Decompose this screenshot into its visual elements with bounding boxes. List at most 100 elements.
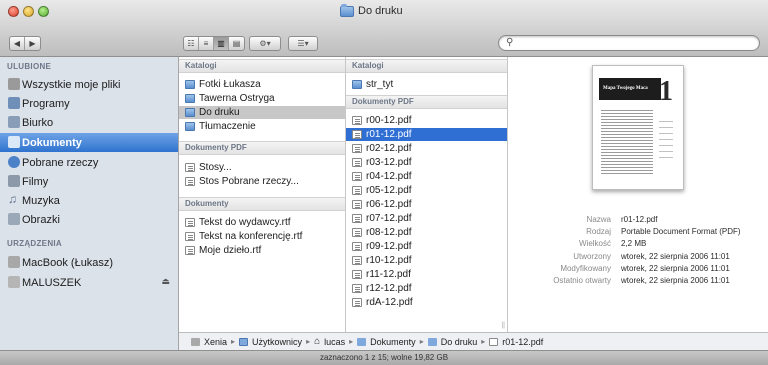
path-separator: ▸: [349, 337, 354, 346]
info-label: Nazwa: [586, 215, 611, 224]
column-view-button[interactable]: ▥: [214, 37, 229, 50]
folder-icon: [185, 80, 195, 89]
window-title-text: Do druku: [358, 5, 403, 17]
preview-pane: Mapa Twojego Maca 1 Nazwa r01-12.pdf Rod…: [508, 57, 768, 332]
pictures-icon: [8, 213, 20, 225]
list-item-selected[interactable]: r01-12.pdf: [346, 128, 507, 141]
downloads-icon: [8, 156, 20, 168]
column-resize-handle[interactable]: ||: [501, 322, 505, 329]
list-item-selected[interactable]: Do druku: [179, 106, 345, 119]
back-button[interactable]: ◀: [10, 37, 25, 50]
path-separator: ▸: [419, 337, 424, 346]
pdf-icon: [352, 144, 362, 153]
pdf-icon: [352, 228, 362, 237]
sidebar-item-desktop[interactable]: Biurko: [0, 113, 178, 132]
search-field[interactable]: ⚲: [498, 35, 760, 51]
thumbnail-text-lines: [601, 110, 653, 175]
finder-window: Do druku ◀ ▶ ☷ ≡ ▥ ▤ ⚙▾ ☰▾ ⚲ ULUBIONE Ws…: [0, 0, 768, 365]
list-item[interactable]: str_tyt: [346, 78, 507, 91]
minimize-button[interactable]: [23, 6, 34, 17]
all-files-icon: [8, 78, 20, 90]
rtf-document-icon: [185, 232, 195, 241]
sidebar-item-label: Biurko: [22, 116, 54, 129]
folder-icon: [427, 337, 437, 346]
sidebar-item-label: Filmy: [22, 175, 49, 188]
list-item[interactable]: r06-12.pdf: [346, 198, 507, 211]
path-item-file[interactable]: r01-12.pdf: [502, 337, 543, 347]
forward-button[interactable]: ▶: [25, 37, 40, 50]
sidebar-item-maluszek[interactable]: MALUSZEK ⏏: [0, 273, 178, 292]
thumbnail-side-lines: [659, 121, 673, 161]
list-item[interactable]: r03-12.pdf: [346, 156, 507, 169]
column-heading-folders: Katalogi: [346, 59, 507, 73]
folder-icon: [185, 94, 195, 103]
sidebar-item-applications[interactable]: Programy: [0, 94, 178, 113]
title-bar: Do druku ◀ ▶ ☷ ≡ ▥ ▤ ⚙▾ ☰▾ ⚲: [0, 0, 768, 57]
arrange-menu-button[interactable]: ☰▾: [288, 36, 318, 51]
laptop-icon: [8, 256, 20, 268]
sidebar-item-movies[interactable]: Filmy: [0, 172, 178, 191]
list-item[interactable]: rdA-12.pdf: [346, 296, 507, 309]
column-do-druku: Katalogi str_tyt Dokumenty PDF r00-12.pd…: [346, 57, 508, 332]
list-item[interactable]: r12-12.pdf: [346, 282, 507, 295]
list-item[interactable]: Tekst do wydawcy.rtf: [179, 216, 345, 229]
list-item[interactable]: r04-12.pdf: [346, 170, 507, 183]
path-separator: ▸: [231, 337, 236, 346]
thumbnail-title: Mapa Twojego Maca: [599, 78, 661, 100]
zoom-button[interactable]: [38, 6, 49, 17]
sidebar-item-music[interactable]: ♫ Muzyka: [0, 191, 178, 210]
column-heading-pdf: Dokumenty PDF: [346, 95, 507, 109]
path-item-users[interactable]: Użytkownicy: [252, 337, 302, 347]
path-item-xenia[interactable]: Xenia: [204, 337, 227, 347]
list-item[interactable]: r05-12.pdf: [346, 184, 507, 197]
info-label: Wielkość: [578, 239, 611, 248]
list-item[interactable]: Moje dzieło.rtf: [179, 244, 345, 257]
stack-icon: [185, 163, 195, 172]
close-button[interactable]: [8, 6, 19, 17]
pdf-thumbnail[interactable]: Mapa Twojego Maca 1: [592, 65, 684, 190]
info-value: Portable Document Format (PDF): [621, 227, 741, 236]
sidebar-item-macbook[interactable]: MacBook (Łukasz): [0, 253, 178, 272]
info-value: wtorek, 22 sierpnia 2006 11:01: [621, 276, 730, 285]
view-mode-control: ☷ ≡ ▥ ▤: [183, 36, 245, 51]
sidebar-item-pictures[interactable]: Obrazki: [0, 210, 178, 229]
icon-view-button[interactable]: ☷: [184, 37, 199, 50]
path-item-do-druku[interactable]: Do druku: [441, 337, 478, 347]
pdf-icon: [352, 298, 362, 307]
action-menu-button[interactable]: ⚙▾: [249, 36, 281, 51]
list-item[interactable]: r10-12.pdf: [346, 254, 507, 267]
sidebar-item-label: Obrazki: [22, 213, 60, 226]
list-view-button[interactable]: ≡: [199, 37, 214, 50]
list-item[interactable]: Tawerna Ostryga: [179, 92, 345, 105]
path-item-documents[interactable]: Dokumenty: [370, 337, 416, 347]
search-input[interactable]: [519, 37, 749, 49]
sidebar-item-all-files[interactable]: Wszystkie moje pliki: [0, 75, 178, 94]
info-value: wtorek, 22 sierpnia 2006 11:01: [621, 252, 730, 261]
list-item[interactable]: r11-12.pdf: [346, 268, 507, 281]
column-heading-folders: Katalogi: [179, 59, 345, 73]
list-item[interactable]: Stosy...: [179, 161, 345, 174]
list-item[interactable]: Tłumaczenie: [179, 120, 345, 133]
pdf-icon: [352, 200, 362, 209]
sidebar-item-documents[interactable]: Dokumenty: [0, 133, 178, 152]
info-value: r01-12.pdf: [621, 215, 658, 224]
sidebar-item-label: Programy: [22, 97, 70, 110]
list-item[interactable]: r07-12.pdf: [346, 212, 507, 225]
folder-icon: [185, 122, 195, 131]
list-item[interactable]: Fotki Łukasza: [179, 78, 345, 91]
list-item[interactable]: Tekst na konferencję.rtf: [179, 230, 345, 243]
list-item[interactable]: r02-12.pdf: [346, 142, 507, 155]
info-label: Modyfikowany: [560, 264, 611, 273]
coverflow-view-button[interactable]: ▤: [229, 37, 244, 50]
path-item-lucas[interactable]: lucas: [324, 337, 345, 347]
list-item[interactable]: Stos Pobrane rzeczy...: [179, 175, 345, 188]
applications-icon: [8, 97, 20, 109]
eject-icon[interactable]: ⏏: [161, 276, 170, 287]
sidebar-item-label: Wszystkie moje pliki: [22, 78, 121, 91]
sidebar-item-downloads[interactable]: Pobrane rzeczy: [0, 153, 178, 172]
list-item[interactable]: r00-12.pdf: [346, 114, 507, 127]
sidebar-item-label: Muzyka: [22, 194, 60, 207]
list-item[interactable]: r09-12.pdf: [346, 240, 507, 253]
list-item[interactable]: r08-12.pdf: [346, 226, 507, 239]
pdf-icon: [352, 284, 362, 293]
